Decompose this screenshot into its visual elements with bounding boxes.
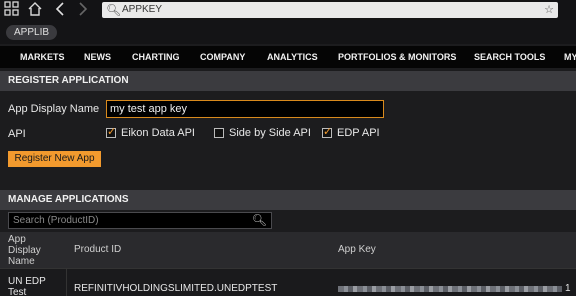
- nav-item-charting[interactable]: CHARTING: [132, 46, 180, 68]
- register-section-header: REGISTER APPLICATION: [0, 71, 576, 91]
- browser-toolbar: 🔍︎ APPKEY ☆: [0, 0, 576, 20]
- api-label: API: [8, 128, 26, 140]
- forward-icon[interactable]: [77, 1, 89, 22]
- display-name-label: App Display Name: [8, 103, 100, 115]
- manage-section-header: MANAGE APPLICATIONS: [0, 190, 576, 210]
- masked-app-key: [338, 286, 562, 292]
- column-header-product-id[interactable]: Product ID: [74, 244, 121, 255]
- search-icon[interactable]: 🔍︎: [252, 213, 267, 228]
- grid-icon[interactable]: [4, 1, 20, 22]
- nav-item-my[interactable]: MY: [564, 46, 576, 68]
- checkbox-checked-icon[interactable]: [322, 126, 332, 139]
- column-header-app-display-name[interactable]: App Display Name: [8, 234, 58, 267]
- column-divider: [66, 269, 67, 296]
- back-icon[interactable]: [54, 1, 66, 22]
- table-header: App Display Name Product ID App Key: [0, 232, 576, 268]
- cell-product-id: REFINITIVHOLDINGSLIMITED.UNEDPTEST: [74, 283, 278, 294]
- nav-item-search-tools[interactable]: SEARCH TOOLS: [474, 46, 545, 68]
- app-key-tail: 1: [565, 283, 571, 294]
- product-id-search-input[interactable]: Search (ProductID) 🔍︎: [8, 212, 272, 229]
- checkbox-unchecked-icon[interactable]: [214, 128, 224, 138]
- nav-item-company[interactable]: COMPANY: [200, 46, 245, 68]
- nav-item-portfolios-monitors[interactable]: PORTFOLIOS & MONITORS: [338, 46, 456, 68]
- checkbox-label: EDP API: [337, 127, 380, 139]
- star-icon[interactable]: ☆: [544, 2, 554, 18]
- nav-item-analytics[interactable]: ANALYTICS: [267, 46, 318, 68]
- search-icon: 🔍︎: [106, 3, 122, 17]
- command-search-value: APPKEY: [122, 4, 163, 15]
- column-header-app-key[interactable]: App Key: [338, 244, 376, 255]
- command-search-input[interactable]: 🔍︎ APPKEY ☆: [102, 2, 558, 18]
- tab-applib[interactable]: APPLIB: [6, 25, 58, 40]
- main-nav: MARKETS NEWS CHARTING COMPANY ANALYTICS …: [0, 46, 576, 68]
- product-id-search-placeholder: Search (ProductID): [13, 215, 99, 226]
- register-new-app-button[interactable]: Register New App: [8, 151, 101, 167]
- cell-app-display-name: UN EDP Test: [8, 276, 46, 296]
- nav-item-news[interactable]: NEWS: [84, 46, 111, 68]
- checkbox-label: Side by Side API: [229, 127, 311, 139]
- checkbox-label: Eikon Data API: [121, 127, 195, 139]
- home-icon[interactable]: [27, 1, 43, 22]
- nav-item-markets[interactable]: MARKETS: [20, 46, 65, 68]
- display-name-input[interactable]: my test app key: [106, 100, 384, 118]
- checkbox-checked-icon[interactable]: [106, 126, 116, 139]
- app-tab-bar: APPLIB: [0, 20, 576, 44]
